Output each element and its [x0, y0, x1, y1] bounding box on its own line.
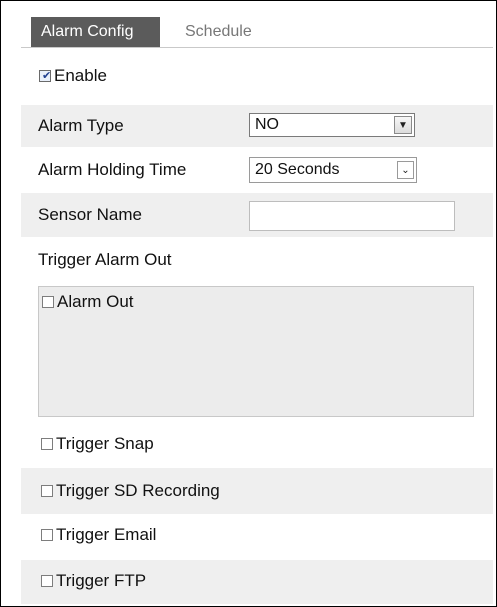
alarm-config-panel: Alarm Config Schedule ✔ Enable Alarm Typ… — [0, 0, 497, 607]
trigger-ftp-label: Trigger FTP — [56, 571, 147, 590]
enable-label: Enable — [54, 66, 107, 85]
alarm-holding-time-label: Alarm Holding Time — [38, 160, 187, 179]
trigger-alarm-out-row: Trigger Alarm Out — [21, 246, 493, 276]
enable-checkbox[interactable]: ✔ — [39, 70, 51, 82]
sensor-name-input[interactable] — [249, 201, 455, 231]
alarm-out-list: Alarm Out — [38, 286, 474, 417]
alarm-out-container: Alarm Out — [21, 286, 493, 419]
alarm-type-value: NO — [255, 116, 279, 133]
trigger-ftp-row: Trigger FTP — [21, 560, 493, 604]
alarm-type-row: Alarm Type NO ▼ — [21, 105, 493, 147]
trigger-email-label: Trigger Email — [56, 525, 157, 544]
alarm-holding-time-row: Alarm Holding Time 20 Seconds ⌄ — [21, 149, 493, 191]
sensor-name-label: Sensor Name — [38, 205, 142, 224]
tab-alarm-config[interactable]: Alarm Config — [31, 17, 160, 47]
trigger-sd-recording-checkbox[interactable] — [41, 485, 53, 497]
enable-checkbox-wrap[interactable]: ✔ Enable — [39, 66, 107, 86]
alarm-holding-time-select[interactable]: 20 Seconds ⌄ — [249, 157, 417, 183]
trigger-alarm-out-label: Trigger Alarm Out — [38, 250, 172, 269]
trigger-email-row: Trigger Email — [21, 516, 493, 558]
chevron-down-icon[interactable]: ⌄ — [397, 161, 414, 179]
sensor-name-row: Sensor Name — [21, 193, 493, 237]
alarm-holding-time-value: 20 Seconds — [255, 161, 340, 178]
alarm-out-item[interactable]: Alarm Out — [42, 292, 134, 312]
trigger-snap-item[interactable]: Trigger Snap — [41, 434, 154, 454]
check-mark-icon: ✔ — [42, 70, 52, 82]
trigger-ftp-item[interactable]: Trigger FTP — [41, 571, 146, 591]
trigger-email-item[interactable]: Trigger Email — [41, 525, 156, 545]
tab-bar: Alarm Config Schedule — [21, 17, 493, 48]
alarm-out-checkbox[interactable] — [42, 296, 54, 308]
trigger-sd-recording-row: Trigger SD Recording — [21, 468, 493, 514]
alarm-out-label: Alarm Out — [57, 292, 134, 311]
trigger-snap-label: Trigger Snap — [56, 434, 154, 453]
enable-row: ✔ Enable — [21, 62, 493, 92]
trigger-sd-recording-item[interactable]: Trigger SD Recording — [41, 481, 220, 501]
trigger-snap-row: Trigger Snap — [21, 424, 493, 466]
tab-schedule[interactable]: Schedule — [175, 17, 285, 47]
trigger-email-checkbox[interactable] — [41, 529, 53, 541]
dropdown-arrow-icon[interactable]: ▼ — [394, 116, 412, 134]
alarm-type-select[interactable]: NO ▼ — [249, 113, 415, 137]
trigger-snap-checkbox[interactable] — [41, 438, 53, 450]
trigger-sd-recording-label: Trigger SD Recording — [56, 481, 220, 500]
alarm-type-label: Alarm Type — [38, 116, 124, 135]
trigger-ftp-checkbox[interactable] — [41, 575, 53, 587]
